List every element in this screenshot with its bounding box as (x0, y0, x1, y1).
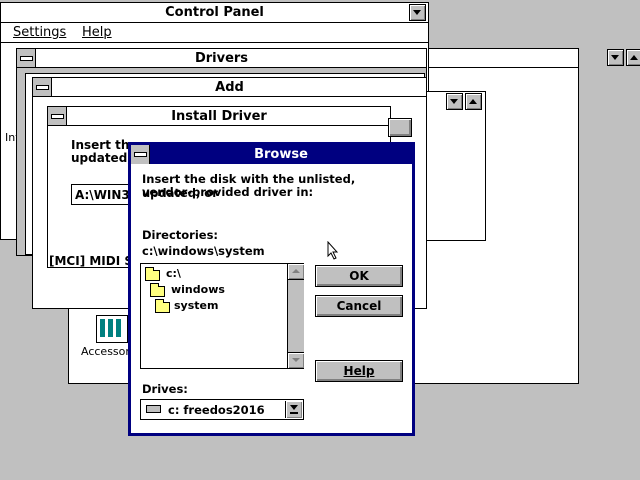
scroll-down-arrow-icon[interactable] (288, 352, 304, 368)
drivers-titlebar[interactable]: Drivers (17, 49, 426, 68)
directory-item-windows[interactable]: windows (150, 283, 250, 297)
drive-icon (146, 405, 161, 413)
control-panel-titlebar[interactable]: Control Panel (1, 3, 428, 23)
ok-button[interactable]: OK (315, 265, 403, 287)
scroll-up-arrow-icon[interactable] (288, 264, 304, 280)
control-panel-minimize-button[interactable] (409, 4, 426, 21)
accessories-icon[interactable] (96, 315, 128, 343)
current-directory: c:\windows\system (142, 244, 265, 258)
drives-dropdown-arrow-icon[interactable] (285, 401, 302, 418)
control-panel-menubar: Settings Help (1, 23, 428, 43)
help-button[interactable]: Help (315, 360, 403, 382)
help-button-label: Help (343, 364, 375, 378)
directories-listbox[interactable]: c:\ windows system (140, 263, 304, 369)
open-folder-icon (145, 267, 160, 281)
directory-item-root[interactable]: c:\ (145, 267, 245, 281)
list-window-down-button[interactable] (446, 93, 463, 110)
background-maximize-button[interactable] (626, 49, 640, 66)
background-minimize-button[interactable] (607, 49, 624, 66)
drivers-title: Drivers (194, 51, 249, 66)
accessories-icon-label: Accessori (81, 345, 133, 358)
directory-name: c:\ (166, 267, 181, 280)
directories-label-text: Directories: (142, 228, 219, 242)
directory-name: windows (171, 283, 225, 296)
browse-system-menu-icon[interactable] (131, 145, 150, 164)
browse-dialog: Browse Insert the disk with the unlisted… (128, 142, 415, 436)
cancel-button[interactable]: Cancel (315, 295, 403, 317)
install-driver-title: Install Driver (171, 109, 267, 124)
add-titlebar[interactable]: Add (33, 78, 426, 97)
drives-dropdown[interactable]: c: freedos2016 (140, 399, 304, 420)
control-panel-title: Control Panel (165, 5, 264, 20)
browse-title: Browse (254, 147, 308, 162)
list-window-up-button[interactable] (465, 93, 482, 110)
browse-titlebar[interactable]: Browse (131, 145, 412, 164)
directory-name: system (174, 299, 219, 312)
ok-button-label: OK (349, 269, 369, 283)
directories-scrollbar[interactable] (287, 264, 304, 368)
drive-value: c: freedos2016 (168, 403, 265, 417)
directories-label: Directories: (142, 228, 218, 242)
menu-help[interactable]: Help (82, 25, 112, 40)
open-folder-icon (155, 299, 170, 313)
install-driver-titlebar[interactable]: Install Driver (48, 107, 390, 126)
browse-instruction-line2: vendor-provided driver in: (142, 185, 314, 199)
open-folder-icon (150, 283, 165, 297)
install-driver-hidden-button[interactable] (388, 118, 412, 137)
drives-label: Drives: (142, 382, 188, 396)
cancel-button-label: Cancel (336, 299, 382, 313)
directory-item-system[interactable]: system (155, 299, 255, 313)
add-title: Add (215, 80, 244, 95)
menu-settings[interactable]: Settings (13, 25, 66, 40)
